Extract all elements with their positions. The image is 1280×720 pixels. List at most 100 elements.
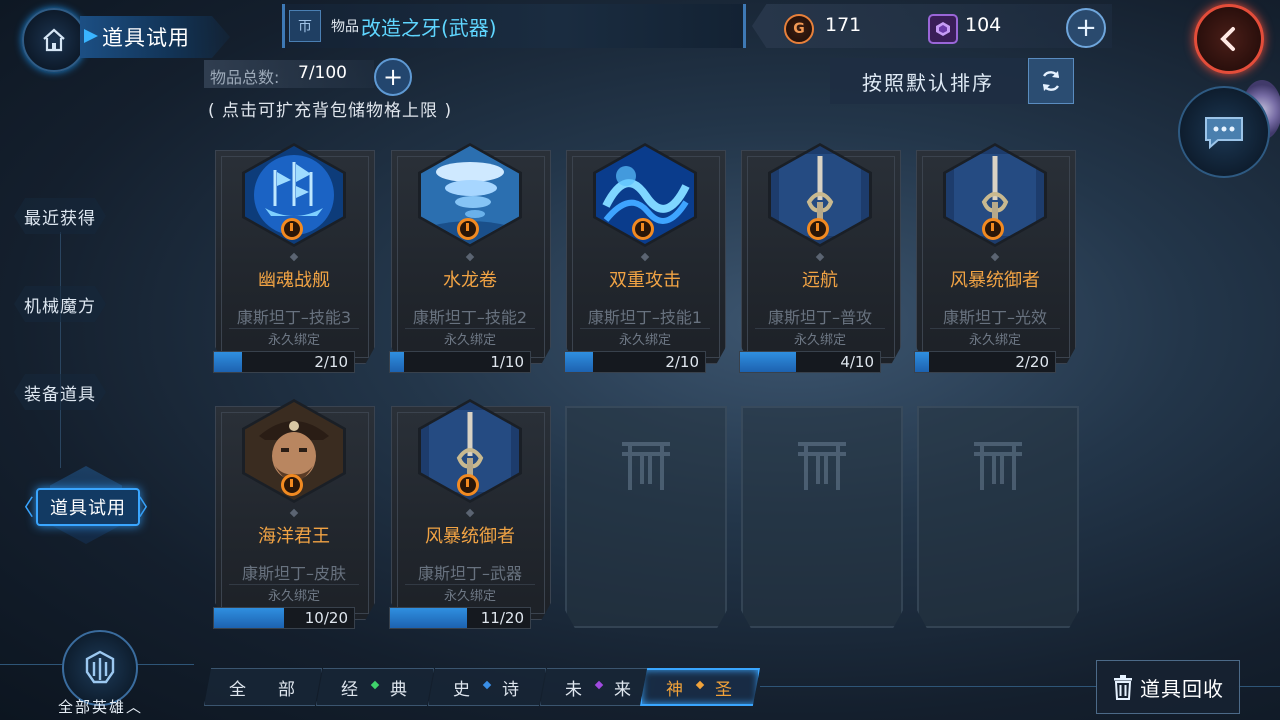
timer-icon [807,218,829,240]
empty-slot [917,406,1079,628]
empty-slot [565,406,727,628]
sidebar-item-label: 最近获得 [24,208,96,229]
expand-inventory-button[interactable]: + [374,58,412,96]
item-card[interactable]: 远航康斯坦丁–普攻 永久绑定 4/10 [739,143,901,373]
filter-epic[interactable]: 史诗 [428,668,546,706]
item-card[interactable]: 双重攻击 康斯坦丁–技能1 永久绑定 2/10 [564,143,726,373]
item-info-bar: 帀 物品 改造之牙(武器) [282,4,746,48]
recycle-button[interactable]: 道具回收 [1096,660,1240,714]
progress-text: 1/10 [490,353,524,371]
footer-line [1238,686,1280,687]
filter-label: 来 [614,679,633,700]
filter-label: 全 [229,679,248,700]
card-bind-status: 永久绑定 [580,328,710,348]
item-count-label: 物品总数: [210,68,280,87]
progress-text: 4/10 [840,353,874,371]
card-progress-bar: 2/20 [914,351,1056,373]
refresh-icon [1042,71,1060,91]
hero-filter-button[interactable] [62,630,138,706]
progress-fill [915,352,929,372]
progress-fill [390,352,404,372]
progress-fill [390,608,467,628]
card-bind-status: 永久绑定 [405,584,535,604]
item-card[interactable]: 水龙卷 康斯坦丁–技能2 永久绑定 1/10 [389,143,551,373]
item-card[interactable]: 幽魂战舰康斯坦丁–技能3 永久绑定 2/10 [213,143,375,373]
empty-slot [741,406,903,628]
card-bind-status: 永久绑定 [755,328,885,348]
sidebar-item-equipment[interactable]: 装备道具 [14,374,106,410]
progress-fill [214,608,284,628]
empty-slot-logo-icon [798,442,846,490]
title-arrow-icon [84,29,98,43]
chat-bubble-icon [1205,117,1243,150]
timer-icon [457,218,479,240]
card-progress-bar: 2/10 [213,351,355,373]
filter-label: 圣 [715,679,734,700]
item-card[interactable]: 风暴统御者康斯坦丁–光效 永久绑定 2/20 [914,143,1076,373]
gold-amount: 171 [825,14,862,36]
card-name: 海洋君王 [258,526,330,547]
card-name: 风暴统御者 [950,270,1040,291]
chevron-right-icon: 〉 [138,496,161,521]
sidebar-item-recent[interactable]: 最近获得 [14,198,106,234]
card-hero: 康斯坦丁–技能1 [587,308,703,327]
sort-button[interactable]: 按照默认排序 [830,58,1026,104]
card-progress-bar: 4/10 [739,351,881,373]
card-progress-bar: 11/20 [389,607,531,629]
card-progress-bar: 10/20 [213,607,355,629]
card-hero: 康斯坦丁–光效 [942,308,1047,327]
filter-label: 部 [278,679,297,700]
hero-filter-label[interactable]: 全部英雄︿ [58,696,143,717]
filter-label: 典 [390,679,409,700]
sidebar-item-label: 机械魔方 [24,296,96,317]
filter-holy[interactable]: 神圣 [640,668,760,706]
filter-classic[interactable]: 经典 [316,668,434,706]
timer-icon [281,218,303,240]
filter-label: 诗 [502,679,521,700]
card-bind-status: 永久绑定 [229,584,359,604]
home-button[interactable] [22,8,86,72]
footer-line [0,664,62,665]
gem-amount: 104 [965,14,1002,36]
footer-line [760,686,1096,687]
filter-label: 未 [565,679,584,700]
item-card[interactable]: 海洋君王 康斯坦丁–皮肤 永久绑定 10/20 [213,399,375,629]
page-title-text: 道具试用 [102,26,190,50]
card-hero: 康斯坦丁–技能3 [236,308,352,327]
card-progress-bar: 1/10 [389,351,531,373]
hero-filter-text: 全部英雄 [58,698,127,716]
filter-label: 史 [453,679,472,700]
item-emblem-icon: 帀 [289,10,321,42]
sidebar-item-label: 道具试用 [50,498,126,519]
progress-fill [740,352,796,372]
chevron-up-icon: ︿ [126,698,144,716]
sort-refresh-button[interactable] [1028,58,1074,104]
timer-icon [457,474,479,496]
card-name: 幽魂战舰 [258,270,330,291]
back-button[interactable] [1194,4,1264,74]
sidebar-item-mech-cube[interactable]: 机械魔方 [14,286,106,322]
progress-text: 2/20 [1015,353,1049,371]
chat-button[interactable] [1178,86,1270,178]
progress-text: 2/10 [665,353,699,371]
gem-icon [928,14,958,44]
timer-icon [632,218,654,240]
card-bind-status: 永久绑定 [405,328,535,348]
progress-text: 10/20 [304,609,348,627]
item-card[interactable]: 风暴统御者 康斯坦丁–武器 永久绑定 11/20 [389,399,551,629]
card-name: 远航 [802,270,838,291]
card-hero: 康斯坦丁–武器 [417,564,522,583]
footer-line [134,664,194,665]
card-hero: 康斯坦丁–普攻 [767,308,872,327]
card-bind-status: 永久绑定 [229,328,359,348]
page-title: 道具试用 [80,16,230,58]
progress-text: 2/10 [314,353,348,371]
helmet-icon [85,650,115,684]
card-bind-status: 永久绑定 [930,328,1060,348]
progress-fill [214,352,242,372]
filter-label: 神 [666,679,685,700]
recycle-label: 道具回收 [1140,676,1224,701]
sidebar-item-item-trial[interactable]: 道具试用 [36,488,140,526]
filter-all[interactable]: 全部 [204,668,322,706]
add-currency-button[interactable]: + [1066,8,1106,48]
